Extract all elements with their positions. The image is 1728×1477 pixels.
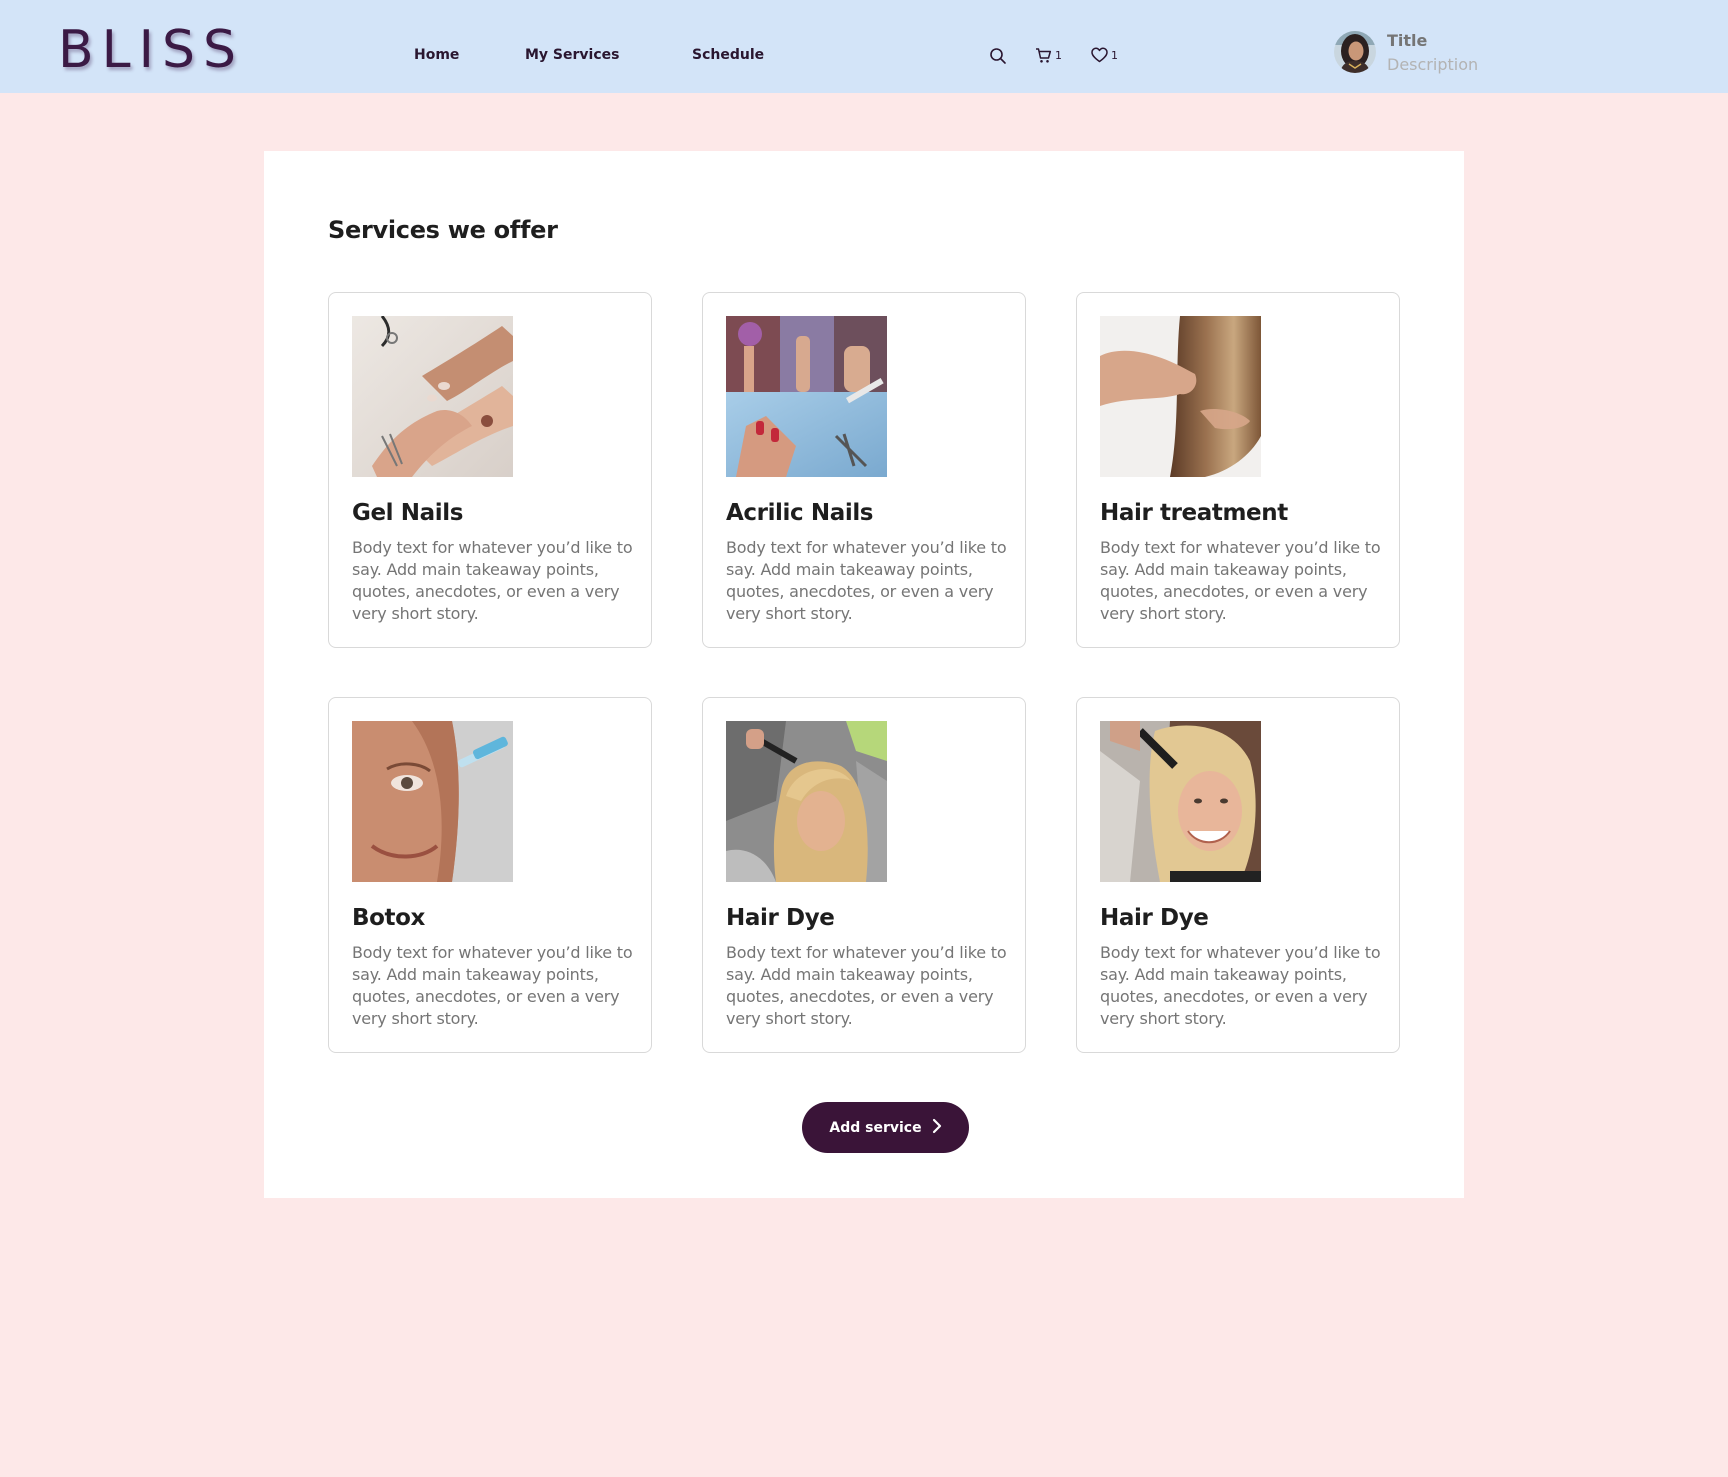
favorites-count: 1 [1111,48,1118,62]
cart-count: 1 [1055,49,1062,62]
search-icon[interactable] [989,47,1007,65]
service-description: Body text for whatever you’d like to say… [352,943,633,1028]
top-navbar: BLISS Home My Services Schedule 1 1 Titl… [0,0,1728,93]
cart-button[interactable]: 1 [1035,47,1062,64]
service-card-hair-dye-2[interactable]: Hair Dye Body text for whatever you’d li… [1076,697,1400,1053]
chevron-right-icon [922,1118,942,1137]
service-title: Hair Dye [726,905,835,931]
service-card-hair-dye-1[interactable]: Hair Dye Body text for whatever you’d li… [702,697,1026,1053]
favorites-button[interactable]: 1 [1091,47,1118,63]
service-image [352,316,513,477]
logo[interactable]: BLISS [58,20,244,80]
service-description: Body text for whatever you’d like to say… [352,538,633,623]
service-description: Body text for whatever you’d like to say… [726,538,1007,623]
cart-icon [1035,47,1052,64]
profile-description: Description [1387,55,1479,74]
service-card-acrilic-nails[interactable]: Acrilic Nails Body text for whatever you… [702,292,1026,648]
service-title: Acrilic Nails [726,500,874,526]
service-image [1100,316,1261,477]
service-title: Gel Nails [352,500,463,526]
heart-icon [1091,47,1108,63]
section-title: Services we offer [328,216,558,244]
service-description: Body text for whatever you’d like to say… [726,943,1007,1028]
service-card-gel-nails[interactable]: Gel Nails Body text for whatever you’d l… [328,292,652,648]
service-title: Botox [352,905,425,931]
nav-home[interactable]: Home [414,47,459,63]
service-description: Body text for whatever you’d like to say… [1100,943,1381,1028]
service-title: Hair treatment [1100,500,1288,526]
add-service-button[interactable]: Add service [802,1102,969,1153]
profile-title: Title [1387,31,1428,50]
service-card-botox[interactable]: Botox Body text for whatever you’d like … [328,697,652,1053]
services-panel: Services we offer Gel Nails Body text fo… [264,151,1464,1198]
service-image [352,721,513,882]
avatar[interactable] [1334,31,1376,73]
nav-schedule[interactable]: Schedule [692,47,764,63]
service-description: Body text for whatever you’d like to say… [1100,538,1381,623]
service-card-hair-treatment[interactable]: Hair treatment Body text for whatever yo… [1076,292,1400,648]
service-image [726,316,887,477]
service-image [726,721,887,882]
nav-my-services[interactable]: My Services [525,47,619,63]
add-service-label: Add service [829,1119,922,1136]
service-title: Hair Dye [1100,905,1209,931]
service-image [1100,721,1261,882]
